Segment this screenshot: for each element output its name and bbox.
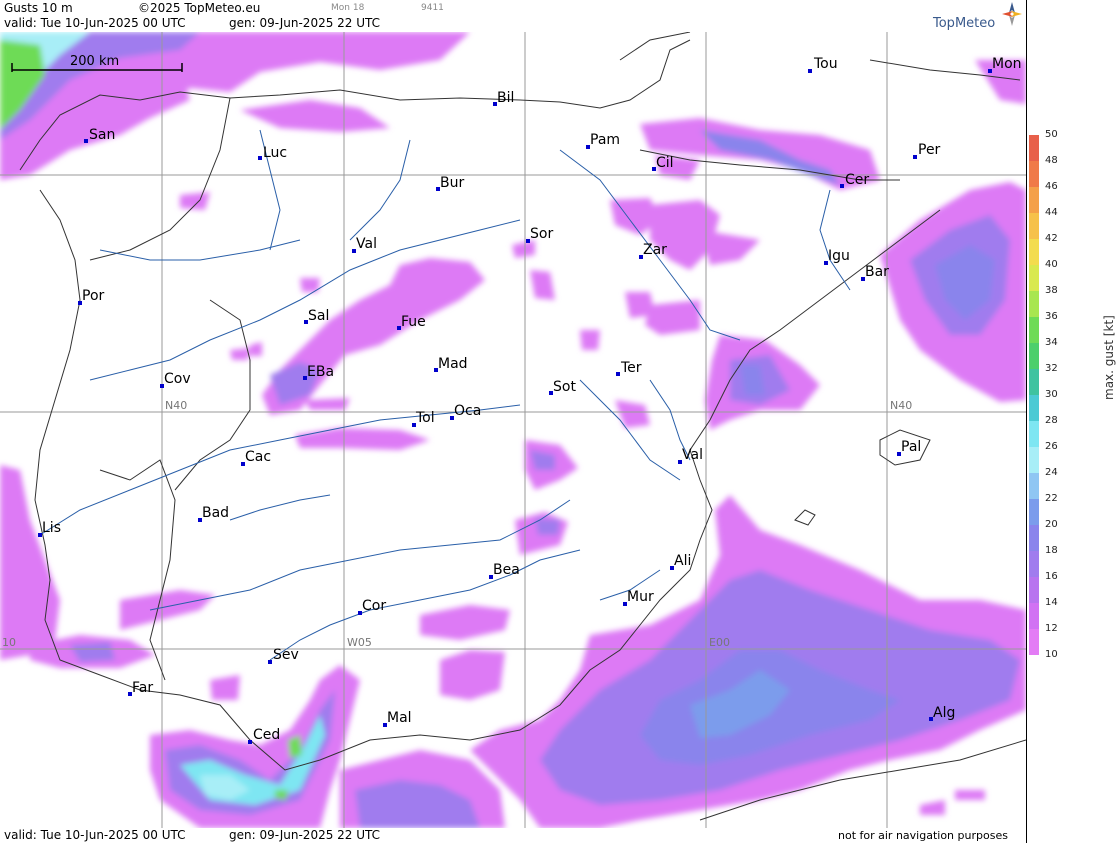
city-label-bea: Bea: [493, 562, 520, 578]
city-label-cil: Cil: [656, 155, 674, 171]
city-label-luc: Luc: [263, 145, 287, 161]
scale-bar-label: 200 km: [70, 54, 119, 69]
city-label-sot: Sot: [553, 379, 576, 395]
city-dot-cer: [840, 184, 844, 188]
grid-label-w05: W05: [347, 636, 372, 649]
city-label-lis: Lis: [42, 520, 61, 536]
city-label-pal: Pal: [901, 439, 921, 455]
city-label-alg: Alg: [933, 705, 955, 721]
legend-tick-label: 38: [1045, 285, 1058, 296]
city-label-bur: Bur: [440, 175, 464, 191]
map-footer: valid: Tue 10-Jun-2025 00 UTC gen: 09-Ju…: [0, 828, 1026, 843]
legend-tick-label: 24: [1045, 467, 1058, 478]
grid-label-w10: 10: [2, 636, 16, 649]
valid-time: valid: Tue 10-Jun-2025 00 UTC: [4, 16, 186, 30]
legend-tick-label: 28: [1045, 415, 1058, 426]
city-dot-tou: [808, 69, 812, 73]
city-label-fue: Fue: [401, 314, 426, 330]
run-id: 9411: [421, 3, 444, 13]
legend-tick-label: 36: [1045, 311, 1058, 322]
city-label-oca: Oca: [454, 403, 481, 419]
city-label-pam: Pam: [590, 132, 620, 148]
city-label-mad: Mad: [438, 356, 468, 372]
copyright-label: ©2025 TopMeteo.eu: [138, 1, 261, 15]
city-label-bad: Bad: [202, 505, 229, 521]
city-label-mal: Mal: [387, 710, 412, 726]
city-label-val-n: Val: [356, 236, 377, 252]
legend-tick-label: 42: [1045, 233, 1058, 244]
legend-tick-label: 48: [1045, 155, 1058, 166]
legend-tick-label: 50: [1045, 129, 1058, 140]
grid-label-e00: E00: [709, 636, 730, 649]
city-label-tou: Tou: [813, 56, 838, 72]
legend-tick-label: 44: [1045, 207, 1058, 218]
generation-time: gen: 09-Jun-2025 22 UTC: [229, 16, 381, 30]
footer-generation-time: gen: 09-Jun-2025 22 UTC: [229, 828, 381, 842]
city-label-per: Per: [918, 142, 941, 158]
legend-tick-label: 14: [1045, 597, 1058, 608]
city-label-bar: Bar: [865, 264, 889, 280]
color-legend: 50 48 46 44 42 40 38 36 34 32 30 28 26 24 22 20 18 16 14 12…: [1026, 0, 1117, 843]
footer-valid-time: valid: Tue 10-Jun-2025 00 UTC: [4, 828, 186, 842]
city-dot-per: [913, 155, 917, 159]
disclaimer: not for air navigation purposes: [838, 829, 1008, 842]
day-code: Mon 18: [331, 3, 365, 13]
city-label-ter: Ter: [620, 360, 642, 376]
city-label-ced: Ced: [253, 727, 280, 743]
legend-tick-label: 10: [1045, 649, 1058, 660]
city-label-ali: Ali: [674, 553, 691, 569]
city-label-val-e: Val: [682, 447, 703, 463]
city-label-san: San: [89, 127, 115, 143]
city-label-zar: Zar: [643, 242, 667, 258]
city-label-igu: Igu: [828, 248, 850, 264]
city-label-bil: Bil: [497, 90, 514, 106]
legend-tick-label: 34: [1045, 337, 1058, 348]
legend-tick-label: 12: [1045, 623, 1058, 634]
city-label-sal: Sal: [308, 308, 329, 324]
compass-star-icon: [1002, 2, 1022, 26]
legend-ticks: 50 48 46 44 42 40 38 36 34 32 30 28 26 24 22 20 18 16 14 12…: [1027, 0, 1067, 843]
city-dot-ced: [248, 740, 252, 744]
map-header: Gusts 10 m ©2025 TopMeteo.eu Mon 18 9411…: [0, 0, 1026, 32]
legend-tick-label: 16: [1045, 571, 1058, 582]
topmeteo-logo-text: TopMeteo: [933, 16, 996, 31]
city-dot-sev: [268, 660, 272, 664]
city-dot-ter: [616, 372, 620, 376]
legend-tick-label: 26: [1045, 441, 1058, 452]
wind-gust-map[interactable]: N40 N40 W05 E00 10 200 km San Luc Bil Pa…: [0, 32, 1026, 828]
city-label-cor: Cor: [362, 598, 386, 614]
map-title: Gusts 10 m: [4, 1, 73, 15]
city-label-sev: Sev: [273, 647, 299, 663]
city-label-mur: Mur: [627, 589, 654, 605]
grid-label-n40-west: N40: [165, 399, 187, 412]
city-label-eba: EBa: [307, 364, 334, 380]
city-label-cer: Cer: [845, 172, 869, 188]
city-label-tol: Tol: [415, 410, 435, 426]
city-dot-san: [84, 139, 88, 143]
legend-tick-label: 18: [1045, 545, 1058, 556]
grid-label-n40-east: N40: [890, 399, 912, 412]
legend-tick-label: 46: [1045, 181, 1058, 192]
city-dot-luc: [258, 156, 262, 160]
city-label-sor: Sor: [530, 226, 553, 242]
city-label-far: Far: [132, 680, 153, 696]
legend-tick-label: 40: [1045, 259, 1058, 270]
legend-tick-label: 30: [1045, 389, 1058, 400]
city-label-cac: Cac: [245, 449, 271, 465]
legend-tick-label: 32: [1045, 363, 1058, 374]
legend-unit-label: max. gust [kt]: [1102, 315, 1116, 400]
city-label-cov: Cov: [164, 371, 191, 387]
city-label-por: Por: [82, 288, 105, 304]
legend-tick-label: 22: [1045, 493, 1058, 504]
city-label-mon: Mon: [992, 56, 1022, 72]
legend-tick-label: 20: [1045, 519, 1058, 530]
